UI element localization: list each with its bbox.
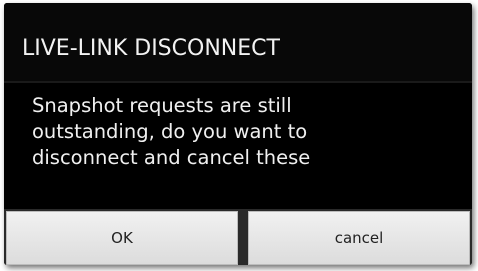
dialog-message-line: Snapshot requests are still bbox=[32, 94, 292, 117]
dialog-button-row: OK cancel bbox=[4, 209, 472, 265]
disconnect-dialog: LIVE-LINK DISCONNECT Snapshot requests a… bbox=[4, 3, 472, 265]
dialog-message-line: outstanding, do you want to bbox=[32, 120, 308, 143]
dialog-title: LIVE-LINK DISCONNECT bbox=[22, 36, 280, 61]
title-divider bbox=[4, 81, 472, 83]
dialog-message: Snapshot requests are still outstanding,… bbox=[32, 93, 452, 171]
screen: LIVE-LINK DISCONNECT Snapshot requests a… bbox=[0, 0, 478, 271]
cancel-button[interactable]: cancel bbox=[248, 211, 470, 265]
dialog-title-bar: LIVE-LINK DISCONNECT bbox=[4, 3, 472, 81]
ok-button[interactable]: OK bbox=[6, 211, 238, 265]
dialog-message-line: disconnect and cancel these bbox=[32, 146, 311, 169]
